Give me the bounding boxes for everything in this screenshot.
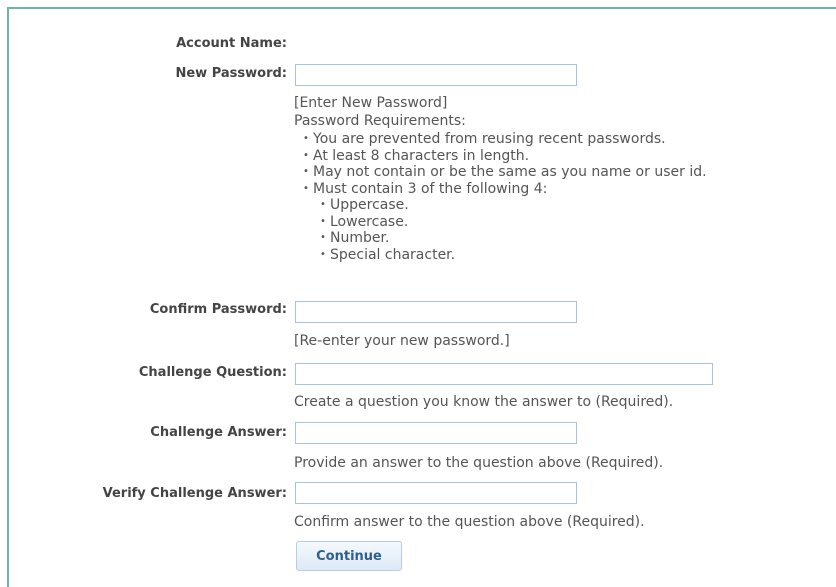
confirm-password-hint: [Re-enter your new password.] <box>294 333 510 349</box>
new-password-label: New Password: <box>175 66 287 81</box>
sub-requirement-item: Number. <box>294 230 707 247</box>
sub-requirement-item: Lowercase. <box>294 214 707 231</box>
verify-challenge-answer-label: Verify Challenge Answer: <box>102 486 287 501</box>
requirement-item: You are prevented from reusing recent pa… <box>294 131 707 148</box>
verify-challenge-answer-input[interactable] <box>295 482 577 504</box>
confirm-password-label: Confirm Password: <box>149 302 287 317</box>
password-requirements-list: You are prevented from reusing recent pa… <box>294 131 707 263</box>
verify-challenge-answer-hint: Confirm answer to the question above (Re… <box>294 514 645 530</box>
challenge-answer-input[interactable] <box>295 422 577 444</box>
requirement-item: May not contain or be the same as you na… <box>294 164 707 181</box>
continue-button[interactable]: Continue <box>296 541 402 571</box>
new-password-input[interactable] <box>295 64 577 86</box>
challenge-question-hint: Create a question you know the answer to… <box>294 394 674 410</box>
requirement-item: Must contain 3 of the following 4: <box>294 181 707 198</box>
challenge-answer-label: Challenge Answer: <box>150 425 287 440</box>
requirement-item: At least 8 characters in length. <box>294 148 707 165</box>
account-name-label: Account Name: <box>176 36 287 51</box>
confirm-password-input[interactable] <box>295 301 577 323</box>
password-requirements-title: Password Requirements: <box>294 113 466 129</box>
sub-requirement-item: Uppercase. <box>294 197 707 214</box>
new-password-hint: [Enter New Password] <box>294 95 448 111</box>
challenge-question-input[interactable] <box>295 363 713 385</box>
sub-requirement-item: Special character. <box>294 247 707 264</box>
challenge-question-label: Challenge Question: <box>138 365 287 380</box>
challenge-answer-hint: Provide an answer to the question above … <box>294 455 664 471</box>
